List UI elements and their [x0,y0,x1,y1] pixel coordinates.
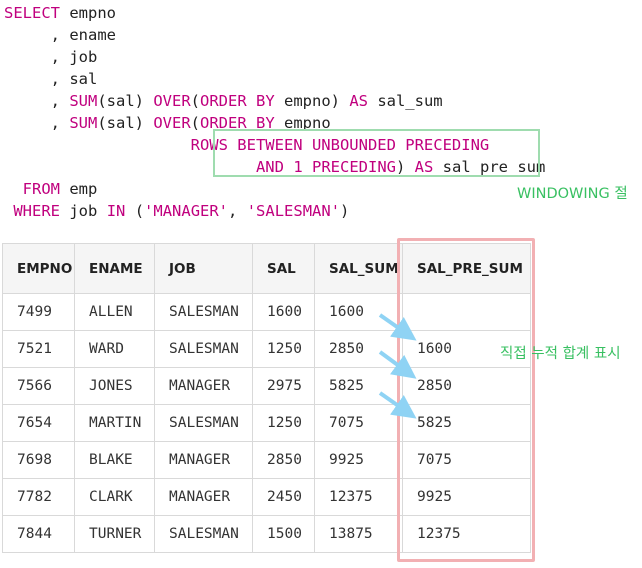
arrow-icon [378,350,417,379]
arrow-icon [378,391,417,419]
arrow-icon [378,313,417,341]
arrow-overlay [378,313,417,419]
